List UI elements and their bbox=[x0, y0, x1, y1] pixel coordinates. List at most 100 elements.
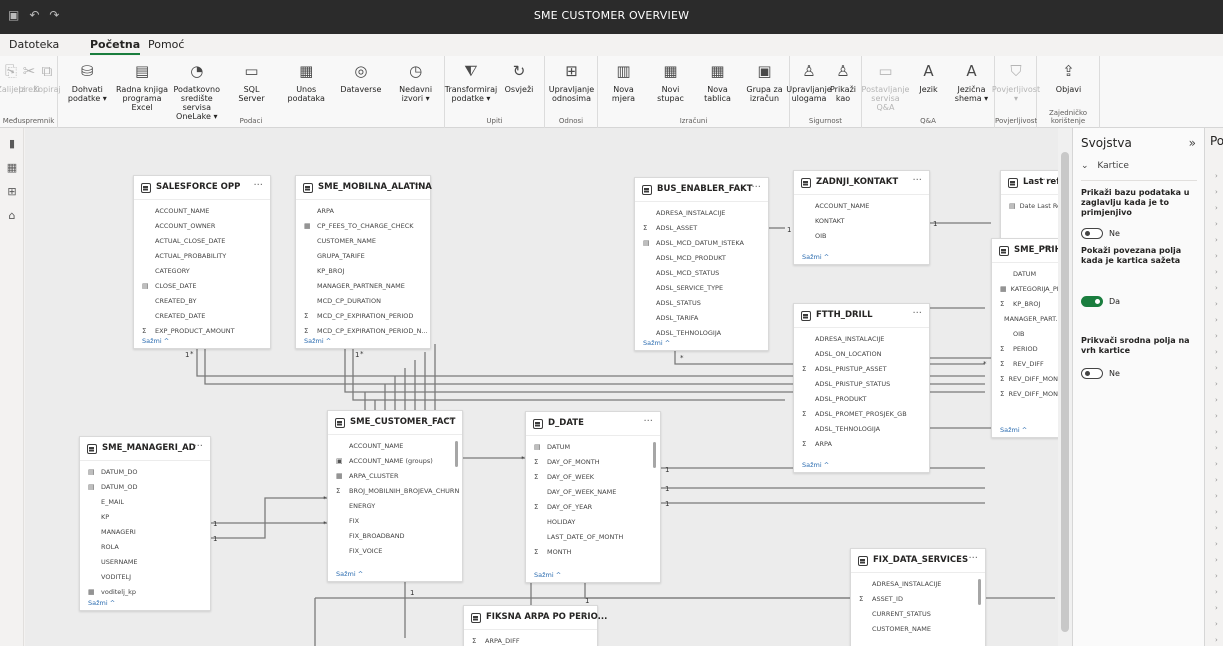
expand-chevron-icon[interactable]: › bbox=[1215, 300, 1218, 308]
collapse-card-link[interactable]: Sažmi ^ bbox=[802, 253, 829, 261]
view-as-button[interactable]: ♙ Prikaži kao bbox=[826, 60, 860, 103]
expand-chevron-icon[interactable]: › bbox=[1215, 492, 1218, 500]
field-row[interactable]: FIX bbox=[328, 513, 462, 528]
expand-chevron-icon[interactable]: › bbox=[1215, 588, 1218, 596]
database-button[interactable]: ⛁ Dohvati podatke ▾ bbox=[60, 60, 115, 103]
card-scrollbar[interactable] bbox=[455, 441, 458, 467]
field-row[interactable]: CATEGORY bbox=[134, 263, 270, 278]
field-row[interactable]: OIB bbox=[992, 326, 1058, 341]
table-card-header[interactable]: ZADNJI_KONTAKT ··· bbox=[794, 171, 929, 195]
relationships-button[interactable]: ⊞ Upravljanje odnosima bbox=[547, 60, 596, 103]
field-row[interactable]: Σ ASSET_ID bbox=[851, 591, 985, 606]
field-row[interactable]: ROLA bbox=[80, 539, 210, 554]
property-toggle[interactable] bbox=[1081, 228, 1103, 239]
field-row[interactable]: LAST_DATE_OF_MONTH bbox=[526, 529, 660, 544]
card-scrollbar[interactable] bbox=[653, 442, 656, 468]
table-card-header[interactable]: D_DATE ··· bbox=[526, 412, 660, 436]
field-row[interactable]: ADRESA_INSTALACIJE bbox=[851, 576, 985, 591]
expand-chevron-icon[interactable]: › bbox=[1215, 220, 1218, 228]
field-row[interactable]: Σ KP_BROJ bbox=[992, 296, 1058, 311]
field-row[interactable]: ACTUAL_CLOSE_DATE bbox=[134, 233, 270, 248]
dax-query-icon[interactable]: ⌂ bbox=[6, 210, 18, 222]
field-row[interactable]: HOLIDAY bbox=[526, 514, 660, 529]
field-row[interactable]: GRUPA_TARIFE bbox=[296, 248, 430, 263]
scrollbar-thumb[interactable] bbox=[1061, 152, 1069, 632]
table-view-icon[interactable]: ▦ bbox=[6, 162, 18, 174]
more-options-icon[interactable]: ··· bbox=[193, 441, 203, 452]
field-row[interactable]: ▤ CLOSE_DATE bbox=[134, 278, 270, 293]
expand-chevron-icon[interactable]: › bbox=[1215, 396, 1218, 404]
field-row[interactable]: ADRESA_INSTALACIJE bbox=[635, 205, 768, 220]
new-table-button[interactable]: ▦ Nova tablica bbox=[694, 60, 741, 103]
expand-chevron-icon[interactable]: › bbox=[1215, 604, 1218, 612]
field-row[interactable]: Σ REV_DIFF bbox=[992, 356, 1058, 371]
expand-chevron-icon[interactable]: › bbox=[1215, 572, 1218, 580]
field-row[interactable]: KONTAKT bbox=[794, 213, 929, 228]
table-button[interactable]: ▦ Unos podataka bbox=[279, 60, 334, 103]
excel-button[interactable]: ▤ Radna knjiga programa Excel bbox=[115, 60, 170, 112]
expand-chevron-icon[interactable]: › bbox=[1215, 252, 1218, 260]
table-card-header[interactable]: Last refresh··· bbox=[1001, 171, 1058, 195]
sensitivity-button[interactable]: ⛉ Povjerljivost ▾ bbox=[992, 60, 1040, 103]
expand-chevron-icon[interactable]: › bbox=[1215, 460, 1218, 468]
roles-button[interactable]: ♙ Upravljanje ulogama bbox=[786, 60, 831, 103]
expand-chevron-icon[interactable]: › bbox=[1215, 428, 1218, 436]
table-card[interactable]: FIX_DATA_SERVICES ··· ADRESA_INSTALACIJE Σ A… bbox=[850, 548, 986, 646]
field-row[interactable]: ACTUAL_PROBABILITY bbox=[134, 248, 270, 263]
table-card[interactable]: ZADNJI_KONTAKT ··· ACCOUNT_NAME KONTAKT OIB S… bbox=[793, 170, 930, 265]
property-toggle[interactable] bbox=[1081, 368, 1103, 379]
field-row[interactable]: ADSL_PRISTUP_STATUS bbox=[794, 376, 929, 391]
field-row[interactable]: ADSL_MCD_STATUS bbox=[635, 265, 768, 280]
collapse-card-link[interactable]: Sažmi ^ bbox=[643, 339, 670, 347]
expand-chevron-icon[interactable]: › bbox=[1215, 412, 1218, 420]
field-row[interactable]: ADSL_STATUS bbox=[635, 295, 768, 310]
expand-chevron-icon[interactable]: › bbox=[1215, 540, 1218, 548]
field-row[interactable]: Σ MCD_CP_EXPIRATION_PERIOD bbox=[296, 308, 430, 323]
field-row[interactable]: ADSL_PRODUKT bbox=[794, 391, 929, 406]
field-row[interactable]: Σ ADSL_PROMET_PROSJEK_GB bbox=[794, 406, 929, 421]
field-row[interactable]: ▦KATEGORIJA_PR... bbox=[992, 281, 1058, 296]
field-row[interactable]: Σ DAY_OF_YEAR bbox=[526, 499, 660, 514]
more-options-icon[interactable]: ··· bbox=[253, 180, 263, 191]
table-card-header[interactable]: SME_CUSTOMER_FACT ··· bbox=[328, 411, 462, 435]
expand-chevron-icon[interactable]: › bbox=[1215, 380, 1218, 388]
field-row[interactable]: ΣREV_DIFF_MONT... bbox=[992, 371, 1058, 386]
expand-chevron-icon[interactable]: › bbox=[1215, 556, 1218, 564]
collapse-card-link[interactable]: Sažmi ^ bbox=[802, 461, 829, 469]
field-row[interactable]: ▦ ARPA_CLUSTER bbox=[328, 468, 462, 483]
field-row[interactable]: ADSL_SERVICE_TYPE bbox=[635, 280, 768, 295]
expand-chevron-icon[interactable]: › bbox=[1215, 444, 1218, 452]
table-card-header[interactable]: SALESFORCE OPP ··· bbox=[134, 176, 270, 200]
sql-server-button[interactable]: ▭ SQL Server bbox=[224, 60, 279, 103]
more-options-icon[interactable]: ··· bbox=[1042, 175, 1052, 186]
tab-pomoc[interactable]: Pomoć bbox=[148, 38, 184, 51]
table-card-header[interactable]: SME_MOBILNA_ALATINA ··· bbox=[296, 176, 432, 200]
field-row[interactable]: FIX_VOICE bbox=[328, 543, 462, 558]
more-options-icon[interactable]: ··· bbox=[643, 416, 653, 427]
field-row[interactable]: DATUM bbox=[992, 266, 1058, 281]
expand-chevron-icon[interactable]: › bbox=[1215, 284, 1218, 292]
expand-chevron-icon[interactable]: › bbox=[1215, 204, 1218, 212]
field-row[interactable]: OIB bbox=[794, 228, 929, 243]
card-scrollbar[interactable] bbox=[978, 579, 981, 605]
field-row[interactable]: CUSTOMER_NAME bbox=[851, 621, 985, 636]
field-row[interactable]: ACCOUNT_OWNER bbox=[134, 218, 270, 233]
copy-button[interactable]: ⧉ Kopiraj bbox=[33, 60, 60, 94]
field-row[interactable]: MANAGER_PART... bbox=[992, 311, 1058, 326]
field-row[interactable]: Σ MONTH bbox=[526, 544, 660, 559]
more-options-icon[interactable]: ··· bbox=[751, 182, 761, 193]
field-row[interactable]: Σ ARPA bbox=[794, 436, 929, 451]
field-row[interactable]: Σ ADSL_ASSET bbox=[635, 220, 768, 235]
field-row[interactable]: Σ PERIOD bbox=[992, 341, 1058, 356]
collapse-card-link[interactable]: Sažmi ^ bbox=[304, 337, 331, 345]
field-row[interactable]: CREATED_DATE bbox=[134, 308, 270, 323]
field-row[interactable]: ▤ DATUM_OD bbox=[80, 479, 210, 494]
more-options-icon[interactable]: ··· bbox=[1043, 243, 1053, 254]
calc-group-button[interactable]: ▣ Grupa za izračun bbox=[741, 60, 788, 103]
language-button[interactable]: A Jezik bbox=[907, 60, 950, 94]
collapse-card-link[interactable]: Sažmi ^ bbox=[336, 570, 363, 578]
table-card[interactable]: SME_CUSTOMER_FACT ··· ACCOUNT_NAME ▣ ACCOUNT… bbox=[327, 410, 463, 582]
field-row[interactable]: KP bbox=[80, 509, 210, 524]
recent-sources-button[interactable]: ◷ Nedavni izvori ▾ bbox=[388, 60, 443, 103]
field-row[interactable]: ARPA bbox=[296, 203, 430, 218]
